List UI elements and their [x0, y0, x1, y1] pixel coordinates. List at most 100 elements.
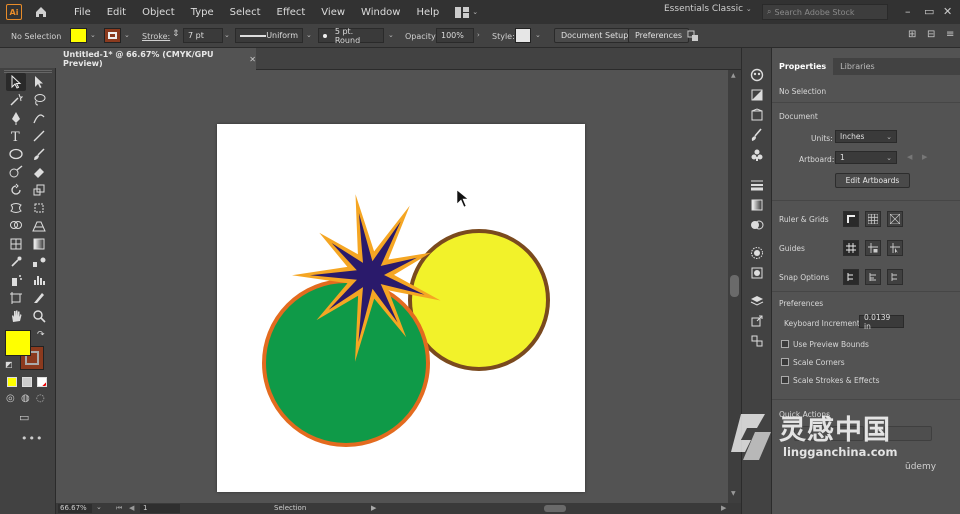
edit-artboards-button[interactable]: Edit Artboards — [835, 173, 910, 188]
transparency-grid-button[interactable] — [887, 211, 903, 227]
menu-select[interactable]: Select — [222, 7, 269, 18]
document-tab[interactable]: Untitled-1* @ 66.67% (CMYK/GPU Preview) … — [56, 48, 256, 70]
keyboard-increment-field[interactable]: 0.0139 in — [859, 313, 904, 331]
shaper-tool[interactable] — [6, 163, 26, 181]
arrange-documents-button[interactable]: ⌄ — [455, 6, 478, 18]
menu-object[interactable]: Object — [134, 7, 183, 18]
document-setup-button[interactable]: Document Setup — [554, 28, 636, 43]
brush-select[interactable]: 5 pt. Round — [318, 27, 384, 45]
scroll-down-icon[interactable]: ▼ — [731, 490, 736, 497]
snap-to-grid-button[interactable] — [887, 269, 903, 285]
lasso-tool[interactable] — [29, 91, 49, 109]
close-icon[interactable]: ✕ — [943, 5, 952, 18]
scroll-right-icon[interactable]: ▶ — [721, 504, 726, 512]
stroke-weight-field[interactable]: 7 pt — [183, 28, 223, 43]
draw-normal-icon[interactable]: ◎ — [6, 393, 15, 404]
tab-libraries[interactable]: Libraries — [833, 58, 882, 75]
snap-to-point-button[interactable] — [843, 269, 859, 285]
ellipse-tool[interactable] — [6, 145, 26, 163]
panel-menu-icon[interactable]: ≡ — [946, 29, 954, 40]
arrange-icon[interactable] — [687, 30, 699, 42]
workspace-switcher[interactable]: Essentials Classic ⌄ — [664, 4, 752, 14]
paintbrush-tool[interactable] — [29, 145, 49, 163]
horizontal-scroll-thumb[interactable] — [544, 505, 566, 512]
snap-to-pixel-button[interactable] — [865, 269, 881, 285]
draw-behind-icon[interactable]: ◍ — [21, 393, 30, 404]
scale-strokes-checkbox[interactable] — [781, 376, 789, 384]
chevron-down-icon[interactable]: ⌄ — [96, 503, 102, 511]
menu-file[interactable]: File — [66, 7, 99, 18]
status-menu-icon[interactable]: ▶ — [371, 504, 376, 512]
chevron-down-icon[interactable]: ⌄ — [224, 31, 230, 39]
curvature-tool[interactable] — [29, 109, 49, 127]
direct-selection-tool[interactable] — [29, 73, 49, 91]
swap-fill-stroke-icon[interactable]: ↷ — [37, 330, 45, 340]
close-tab-icon[interactable]: ✕ — [249, 55, 256, 64]
selection-tool[interactable] — [6, 73, 26, 91]
menu-help[interactable]: Help — [408, 7, 447, 18]
slice-tool[interactable] — [29, 289, 49, 307]
fill-color-box[interactable] — [5, 330, 31, 356]
chevron-down-icon[interactable]: ⌄ — [90, 31, 96, 39]
toggle-grid-button[interactable] — [865, 211, 881, 227]
artboards-panel-icon[interactable] — [750, 334, 764, 348]
menu-effect[interactable]: Effect — [269, 7, 314, 18]
column-graph-tool[interactable] — [29, 271, 49, 289]
chevron-right-icon[interactable]: › — [477, 31, 480, 39]
stroke-swatch[interactable] — [104, 28, 121, 43]
align-options-icon[interactable]: ⊟ — [927, 29, 935, 40]
green-circle[interactable] — [262, 279, 430, 447]
style-swatch[interactable] — [515, 28, 531, 43]
warp-tool[interactable] — [6, 199, 26, 217]
align-icon[interactable]: ⊞ — [908, 29, 916, 40]
fill-swatch[interactable] — [70, 28, 87, 43]
draw-inside-icon[interactable]: ◌ — [36, 393, 45, 404]
yellow-circle[interactable] — [408, 229, 550, 371]
export-icon[interactable] — [750, 314, 764, 328]
transparency-icon[interactable] — [750, 218, 764, 232]
swatches-icon[interactable] — [750, 108, 764, 122]
home-icon[interactable] — [34, 5, 48, 19]
scale-tool[interactable] — [29, 181, 49, 199]
menu-edit[interactable]: Edit — [99, 7, 134, 18]
perspective-grid-tool[interactable] — [29, 217, 49, 235]
toggle-rulers-button[interactable] — [843, 211, 859, 227]
line-tool[interactable] — [29, 127, 49, 145]
eraser-tool[interactable] — [29, 163, 49, 181]
scale-corners-checkbox[interactable] — [781, 358, 789, 366]
color-guide-icon[interactable] — [750, 88, 764, 102]
chevron-down-icon[interactable]: ⌄ — [124, 31, 130, 39]
vertical-scroll-thumb[interactable] — [730, 275, 739, 297]
units-select[interactable]: Inches ⌄ — [835, 130, 897, 143]
menu-view[interactable]: View — [313, 7, 353, 18]
menu-type[interactable]: Type — [183, 7, 222, 18]
toggle-guides-button[interactable] — [843, 240, 859, 256]
artboard-select[interactable]: 1 ⌄ — [835, 151, 897, 164]
stroke-profile-select[interactable]: Uniform — [235, 28, 303, 43]
stroke-panel-icon[interactable] — [750, 178, 764, 192]
maximize-icon[interactable]: ▭ — [924, 5, 934, 18]
type-tool[interactable]: T — [6, 127, 26, 145]
stepper-icon[interactable]: ⇕ — [172, 29, 180, 39]
layers-icon[interactable] — [750, 294, 764, 308]
appearance-icon[interactable] — [750, 246, 764, 260]
use-preview-bounds-checkbox[interactable] — [781, 340, 789, 348]
magic-wand-tool[interactable] — [6, 91, 26, 109]
tab-properties[interactable]: Properties — [772, 58, 834, 75]
previous-artboard-icon[interactable]: ◀ — [907, 153, 912, 161]
shape-builder-tool[interactable] — [6, 217, 26, 235]
rotate-tool[interactable] — [6, 181, 26, 199]
symbols-icon[interactable] — [750, 148, 764, 162]
minimize-icon[interactable]: – — [905, 5, 911, 18]
screen-mode-icon[interactable]: ▭ — [19, 411, 29, 424]
next-artboard-icon[interactable]: ▶ — [922, 153, 927, 161]
gradient-mode-icon[interactable] — [22, 377, 32, 387]
lock-guides-button[interactable] — [865, 240, 881, 256]
artboard-navigator-field[interactable]: 1 — [140, 504, 180, 513]
stroke-label[interactable]: Stroke: — [142, 32, 170, 41]
chevron-down-icon[interactable]: ⌄ — [535, 31, 541, 39]
color-panel-icon[interactable] — [750, 68, 764, 82]
edit-toolbar-icon[interactable]: ••• — [21, 432, 43, 445]
first-artboard-icon[interactable]: ⏮ — [116, 504, 122, 513]
none-mode-icon[interactable] — [37, 377, 47, 387]
